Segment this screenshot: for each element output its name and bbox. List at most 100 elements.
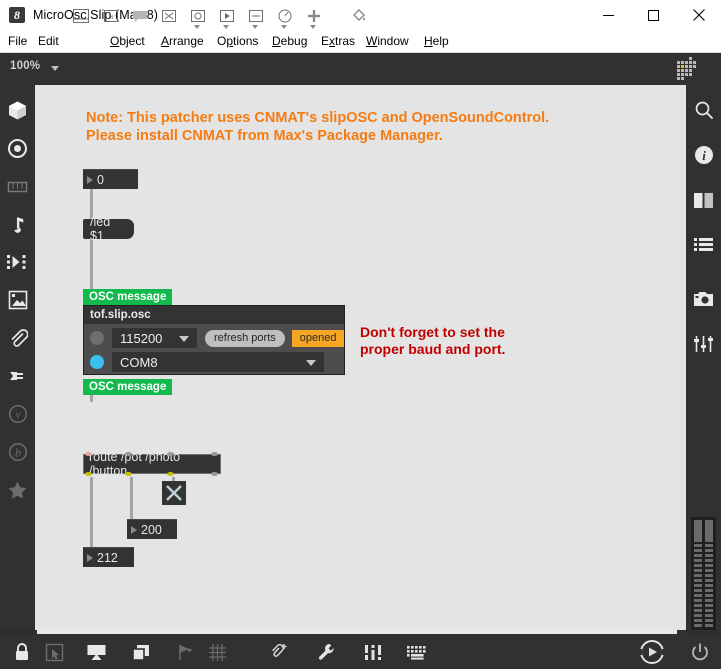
left-sidebar: v b: [0, 85, 35, 630]
add-paperclip-icon[interactable]: [265, 638, 293, 666]
chevron-down-icon: [179, 336, 189, 342]
menu-window[interactable]: Window: [366, 30, 409, 52]
bpatcher-tof-slip-osc[interactable]: tof.slip.osc 115200 refresh ports opened…: [83, 305, 345, 375]
image-icon[interactable]: [0, 285, 35, 315]
menu-help[interactable]: Help: [424, 30, 449, 52]
package-manager-icon[interactable]: [0, 95, 35, 125]
menu-object[interactable]: Object: [110, 30, 145, 52]
route-outlet-1[interactable]: [125, 472, 132, 476]
menu-file[interactable]: File: [8, 30, 27, 52]
close-icon[interactable]: [676, 0, 721, 30]
number-box-led[interactable]: 0: [83, 169, 138, 189]
route-inlet-1[interactable]: [125, 452, 132, 456]
zoom-level-label[interactable]: 100%: [10, 60, 40, 72]
audio-power-icon[interactable]: [686, 638, 714, 666]
comment-osc-message-out: OSC message: [83, 379, 173, 395]
ui-object-caret-icon[interactable]: [194, 25, 200, 29]
meter-channel-right: [705, 520, 713, 627]
sliders-icon[interactable]: [686, 329, 721, 359]
menu-debug[interactable]: Debug: [272, 30, 307, 52]
object-box-route[interactable]: route /pot /photo /button: [83, 450, 221, 478]
route-inlet-0[interactable]: [85, 452, 92, 456]
note-comment-orange: Note: This patcher uses CNMAT's slipOSC …: [86, 110, 550, 144]
baud-status-led-icon: [90, 331, 104, 345]
paperclip-icon[interactable]: [0, 323, 35, 353]
refresh-ports-button[interactable]: refresh ports: [205, 329, 285, 347]
slider-object-caret-icon[interactable]: [252, 25, 258, 29]
keyboard-shortcuts-icon[interactable]: [403, 638, 431, 666]
beap-icon[interactable]: b: [0, 437, 35, 467]
lock-patcher-icon[interactable]: [8, 638, 36, 666]
flag-icon[interactable]: [172, 638, 200, 666]
paint-bucket-icon[interactable]: [350, 8, 368, 24]
gauge-object-caret-icon[interactable]: [281, 25, 287, 29]
svg-text:i: i: [702, 148, 706, 163]
route-outlet-0[interactable]: [85, 472, 92, 476]
music-note-icon[interactable]: [0, 209, 35, 239]
serial-port-select[interactable]: COM8: [112, 352, 324, 372]
info-icon[interactable]: i: [686, 140, 721, 170]
max-patcher-window: 8 MicroOsc Slip (Max 8) File Edit Object…: [0, 0, 721, 669]
minimize-icon[interactable]: [586, 0, 631, 30]
button-object-caret-icon[interactable]: [223, 25, 229, 29]
vizzie-icon[interactable]: v: [0, 399, 35, 429]
window-controls: [586, 0, 721, 30]
play-audio-icon[interactable]: [638, 638, 666, 666]
layers-icon[interactable]: [127, 638, 155, 666]
svg-text:v: v: [15, 409, 20, 421]
wrench-icon[interactable]: [312, 638, 340, 666]
mixer-icon[interactable]: [359, 638, 387, 666]
favorites-star-icon[interactable]: [0, 475, 35, 505]
chevron-down-icon: [306, 360, 316, 366]
number-box-pot[interactable]: 212: [83, 547, 134, 567]
no-object-icon[interactable]: [160, 8, 178, 24]
grid-snap-icon[interactable]: [203, 638, 231, 666]
menu-bar: File Edit Object Arrange Options Debug E…: [0, 30, 721, 53]
comment-box-icon[interactable]: m: [102, 8, 120, 24]
search-icon[interactable]: [686, 95, 721, 125]
ui-object-icon[interactable]: [189, 8, 207, 24]
pattern-grid-icon[interactable]: [673, 56, 699, 82]
audio-level-meter: [691, 517, 716, 630]
number-box-photo[interactable]: 200: [127, 519, 177, 539]
button-object-icon[interactable]: [218, 8, 236, 24]
route-inlet-2[interactable]: [167, 452, 174, 456]
route-outlet-2[interactable]: [167, 472, 174, 476]
note-comment-red: Don't forget to set the proper baud and p…: [360, 324, 506, 357]
columns-icon[interactable]: [686, 185, 721, 215]
bpatcher-port-row: COM8: [84, 352, 344, 372]
menu-extras[interactable]: Extras: [321, 30, 355, 52]
patch-cord-route-out1[interactable]: [90, 477, 93, 557]
baud-rate-select[interactable]: 115200: [112, 328, 197, 348]
menu-options[interactable]: Options: [217, 30, 258, 52]
plug-icon[interactable]: [0, 361, 35, 391]
audio-target-icon[interactable]: [0, 133, 35, 163]
presentation-mode-icon[interactable]: [82, 638, 110, 666]
video-clip-icon[interactable]: [0, 247, 35, 277]
menu-edit[interactable]: Edit: [38, 30, 59, 52]
port-status-badge[interactable]: opened: [291, 329, 345, 347]
patch-cord-msg-to-osc[interactable]: [90, 239, 93, 289]
message-box-led[interactable]: /led $1: [83, 215, 134, 243]
add-object-caret-icon[interactable]: [310, 25, 316, 29]
svg-text:b: b: [15, 446, 21, 460]
route-outlet-3[interactable]: [211, 472, 218, 476]
message-box-icon[interactable]: [131, 8, 149, 24]
patcher-window-icon[interactable]: [72, 8, 90, 24]
patcher-canvas[interactable]: Note: This patcher uses CNMAT's slipOSC …: [35, 85, 686, 630]
menu-arrange[interactable]: Arrange: [161, 30, 204, 52]
scrollbar-thumb[interactable]: [37, 630, 677, 634]
zoom-dropdown-caret-icon[interactable]: [51, 66, 59, 71]
edit-mode-cursor-icon[interactable]: [40, 638, 68, 666]
list-icon[interactable]: [686, 230, 721, 260]
keyboard-icon[interactable]: [0, 171, 35, 201]
slider-object-icon[interactable]: [247, 8, 265, 24]
bpatcher-baud-row: 115200 refresh ports opened: [84, 328, 345, 348]
add-object-icon[interactable]: [305, 8, 323, 24]
snapshot-icon[interactable]: [686, 284, 721, 314]
gauge-object-icon[interactable]: [276, 8, 294, 24]
maximize-icon[interactable]: [631, 0, 676, 30]
toggle-button[interactable]: [162, 481, 186, 505]
route-inlet-3[interactable]: [211, 452, 218, 456]
patcher-toolbar: 100%: [0, 53, 721, 85]
